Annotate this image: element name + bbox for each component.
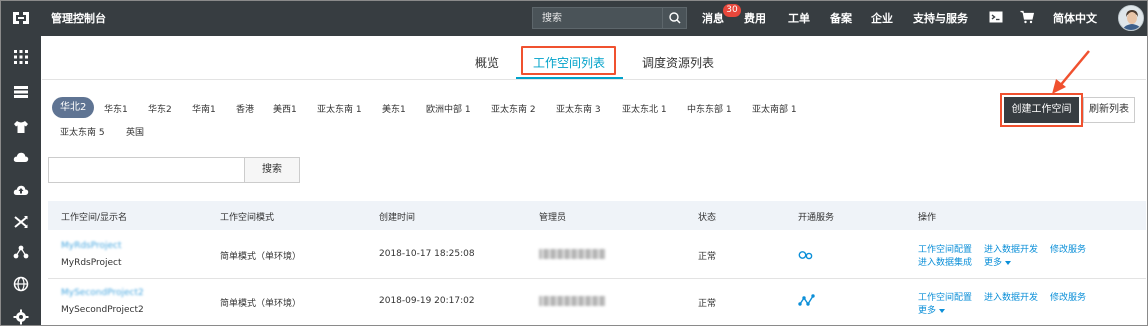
column-header-created: 创建时间	[379, 213, 416, 223]
table-header	[48, 201, 1146, 230]
workspace-created-time: 2018-09-19 20:17:02	[379, 296, 475, 306]
region-tab[interactable]: 美东1	[382, 102, 406, 115]
aliyun-logo-icon[interactable]	[11, 10, 31, 26]
column-header-services: 开通服务	[798, 213, 835, 223]
workspace-name-link[interactable]: MySecondProject2	[61, 288, 144, 298]
cloud-upload-icon[interactable]	[13, 182, 29, 198]
tab-overview[interactable]: 概览	[475, 54, 499, 71]
region-tab[interactable]: 亚太东南 2	[491, 102, 536, 115]
column-header-actions: 操作	[918, 213, 937, 223]
terminal-icon[interactable]	[989, 10, 1003, 24]
shirt-icon[interactable]	[13, 119, 29, 135]
avatar[interactable]	[1118, 5, 1144, 31]
node-graph-service-icon	[798, 294, 815, 306]
column-header-status: 状态	[698, 213, 717, 223]
region-tab[interactable]: 亚太东北 1	[622, 102, 667, 115]
workspace-search-button[interactable]: 搜索	[244, 157, 300, 183]
workspace-admin-redacted	[539, 296, 605, 306]
workspace-created-time: 2018-10-17 18:25:08	[379, 249, 475, 259]
shuffle-icon[interactable]	[13, 214, 29, 230]
refresh-list-button[interactable]: 刷新列表	[1083, 97, 1135, 123]
column-header-admin: 管理员	[539, 213, 567, 223]
messages-badge: 30	[723, 4, 741, 17]
cloud-icon[interactable]	[13, 149, 29, 165]
column-header-mode: 工作空间模式	[220, 213, 275, 223]
caret-down-icon	[1005, 260, 1012, 265]
region-tab[interactable]: 亚太东南 3	[556, 102, 601, 115]
more-actions-dropdown[interactable]: 更多	[918, 303, 946, 316]
region-tab[interactable]: 英国	[126, 125, 144, 138]
modify-service-link[interactable]: 修改服务	[1050, 290, 1086, 303]
column-header-name: 工作空间/显示名	[61, 213, 128, 223]
workspace-display-name: MySecondProject2	[61, 305, 144, 315]
pointer-arrow-icon	[1052, 50, 1090, 94]
avatar-icon	[1119, 6, 1143, 30]
server-list-icon[interactable]	[13, 84, 29, 100]
row-divider	[48, 278, 1146, 279]
search-button[interactable]	[662, 8, 686, 28]
more-actions-label: 更多	[918, 306, 937, 316]
global-search	[532, 7, 687, 29]
gear-icon[interactable]	[13, 309, 29, 325]
tabs-divider	[42, 79, 1146, 80]
more-actions-dropdown[interactable]: 更多	[984, 255, 1012, 268]
tab-scheduling-resources[interactable]: 调度资源列表	[642, 54, 714, 71]
globe-icon[interactable]	[13, 276, 29, 292]
enter-data-dev-link[interactable]: 进入数据开发	[984, 290, 1038, 303]
region-tab-active[interactable]: 华北2	[52, 97, 95, 118]
workspace-status: 正常	[698, 299, 717, 309]
workspace-mode: 简单模式（单环境）	[220, 299, 302, 309]
region-tab[interactable]: 欧洲中部 1	[426, 102, 471, 115]
network-icon[interactable]	[13, 244, 29, 260]
apps-grid-icon[interactable]	[13, 49, 29, 65]
workspace-config-link[interactable]: 工作空间配置	[918, 290, 972, 303]
console-window: 管理控制台 消息 30 费用 工单 备案 企业 支持与服务 简体	[0, 0, 1148, 326]
enter-data-dev-link[interactable]: 进入数据开发	[984, 242, 1038, 255]
region-tab[interactable]: 华南1	[192, 102, 216, 115]
link-service-icon	[798, 251, 813, 260]
top-bar: 管理控制台 消息 30 费用 工单 备案 企业 支持与服务 简体	[1, 1, 1147, 36]
nav-billing[interactable]: 费用	[744, 10, 766, 26]
workspace-mode: 简单模式（单环境）	[220, 252, 302, 262]
enter-data-integration-link[interactable]: 进入数据集成	[918, 255, 972, 268]
region-tab[interactable]: 亚太南部 1	[752, 102, 797, 115]
region-tab[interactable]: 华东2	[148, 102, 172, 115]
search-icon	[669, 12, 681, 24]
nav-tickets[interactable]: 工单	[788, 10, 810, 26]
sidebar	[1, 36, 41, 325]
global-search-input[interactable]	[533, 8, 663, 28]
region-tab[interactable]: 中东东部 1	[687, 102, 732, 115]
nav-messages[interactable]: 消息	[702, 10, 724, 26]
workspace-search-input[interactable]	[48, 157, 245, 183]
more-actions-label: 更多	[984, 258, 1003, 268]
workspace-admin-redacted	[539, 249, 605, 259]
nav-support[interactable]: 支持与服务	[913, 10, 968, 26]
cart-icon[interactable]	[1020, 10, 1034, 24]
workspace-name-link[interactable]: MyRdsProject	[61, 241, 122, 251]
workspace-status: 正常	[698, 252, 717, 262]
region-tab[interactable]: 华东1	[104, 102, 128, 115]
workspace-config-link[interactable]: 工作空间配置	[918, 242, 972, 255]
modify-service-link[interactable]: 修改服务	[1050, 242, 1086, 255]
caret-down-icon	[939, 308, 946, 313]
region-tab[interactable]: 亚太东南 5	[60, 125, 105, 138]
console-title[interactable]: 管理控制台	[51, 10, 106, 26]
tab-highlight-box	[521, 46, 616, 75]
region-tab[interactable]: 美西1	[273, 102, 297, 115]
region-tab[interactable]: 香港	[236, 102, 254, 115]
nav-enterprise[interactable]: 企业	[871, 10, 893, 26]
nav-language[interactable]: 简体中文	[1053, 10, 1097, 26]
create-workspace-button[interactable]: 创建工作空间	[1004, 97, 1079, 123]
region-tab[interactable]: 亚太东南 1	[317, 102, 362, 115]
workspace-display-name: MyRdsProject	[61, 258, 122, 268]
nav-icp[interactable]: 备案	[830, 10, 852, 26]
